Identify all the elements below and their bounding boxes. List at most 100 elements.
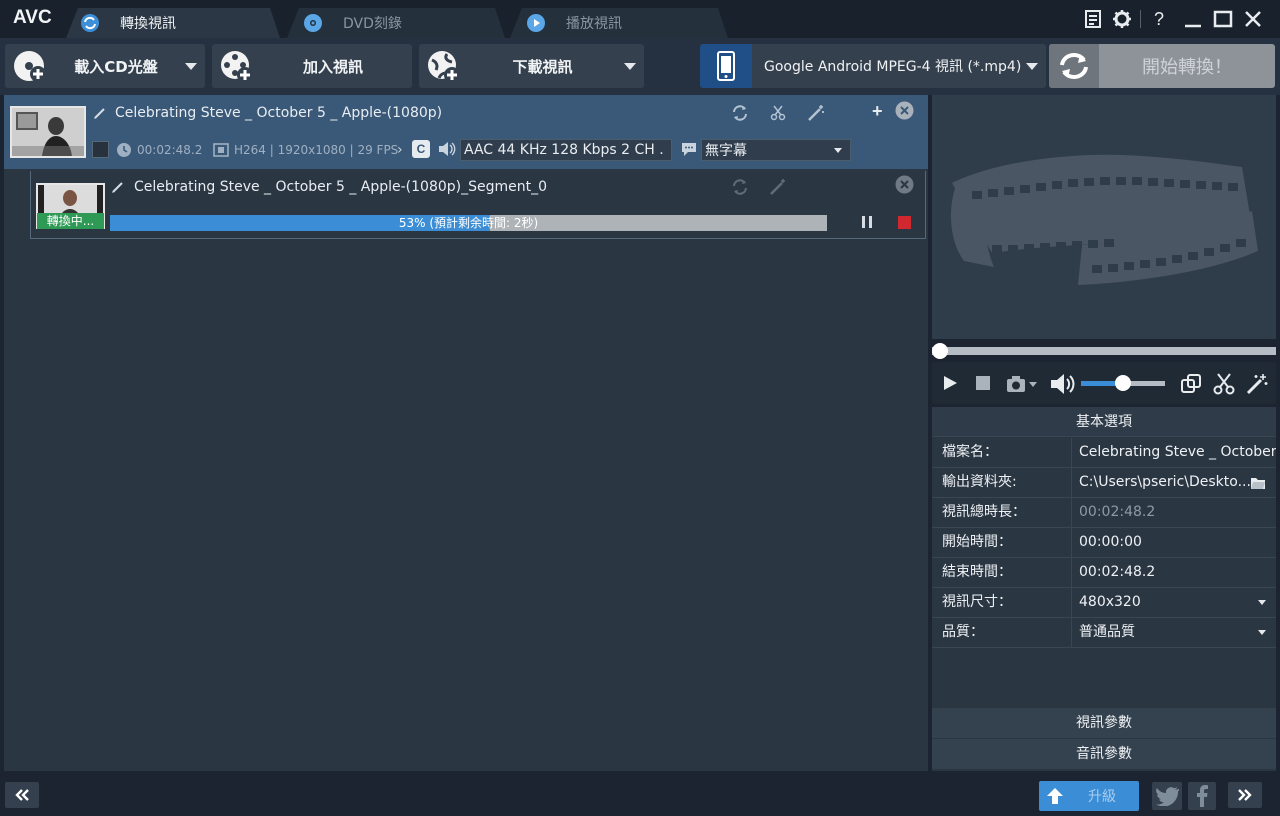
seek-handle[interactable] (932, 343, 948, 359)
video-thumbnail[interactable] (10, 106, 86, 158)
property-row-quality: 品質： 普通品質 (932, 618, 1276, 648)
upgrade-button[interactable]: 升級 (1039, 781, 1139, 811)
start-time-field[interactable]: 00:00:00 (1072, 528, 1276, 557)
load-cd-button[interactable]: 載入CD光盤 (5, 44, 205, 88)
film-reel-icon (950, 154, 1258, 285)
download-video-button[interactable]: 下載視訊 (419, 44, 644, 88)
add-video-button[interactable]: 加入視訊 (212, 44, 412, 88)
chevron-down-icon (834, 147, 842, 153)
progress-text: 53% (預計剩余時間: 2秒) (398, 216, 539, 230)
copy-icon[interactable] (1180, 373, 1202, 395)
pencil-icon[interactable] (111, 180, 125, 194)
phone-icon (700, 44, 752, 88)
property-value: 480x320 (1079, 594, 1141, 610)
stop-icon[interactable] (898, 216, 911, 229)
start-convert-button[interactable]: 開始轉換！ (1049, 44, 1275, 88)
property-key: 開始時間： (932, 528, 1072, 557)
camera-icon[interactable] (1006, 375, 1038, 393)
stop-icon[interactable] (976, 376, 990, 390)
film-icon (213, 142, 229, 158)
folder-icon[interactable] (1250, 476, 1266, 490)
chevron-down-icon[interactable] (1026, 62, 1038, 70)
file-duration: 00:02:48.2 (137, 143, 203, 157)
segment-status: 轉換中... (37, 213, 104, 229)
scissors-icon[interactable] (1213, 373, 1235, 395)
upload-arrow-icon (1045, 786, 1065, 806)
property-value: 00:00:00 (1079, 534, 1142, 550)
pencil-icon[interactable] (93, 106, 107, 120)
refresh-icon[interactable] (731, 178, 749, 196)
magic-wand-icon[interactable] (769, 178, 787, 196)
volume-icon[interactable] (1050, 373, 1078, 395)
video-params-section[interactable]: 視訊參數 (932, 708, 1276, 738)
notes-icon[interactable] (1083, 8, 1105, 30)
double-chevron-right-icon (1237, 789, 1253, 801)
tab-label: DVD刻錄 (343, 16, 402, 32)
maximize-icon[interactable] (1212, 8, 1234, 30)
audio-track-select[interactable]: AAC 44 KHz 128 Kbps 2 CH ... (460, 139, 672, 161)
expand-right-button[interactable] (1228, 782, 1262, 808)
basic-options-header: 基本選項 (932, 407, 1276, 437)
video-info: H264 | 1920x1080 | 29 FPS (234, 143, 399, 157)
property-row-video-size: 視訊尺寸： 480x320 (932, 588, 1276, 618)
refresh-icon[interactable] (731, 104, 749, 122)
pause-icon[interactable] (860, 215, 874, 229)
close-icon[interactable] (895, 101, 914, 120)
magic-wand-icon[interactable] (1246, 373, 1268, 395)
chevron-down-icon[interactable] (624, 62, 636, 70)
property-key: 視訊尺寸： (932, 588, 1072, 617)
refresh-icon (80, 13, 100, 33)
player-controls (932, 362, 1276, 404)
cd-add-icon (11, 48, 47, 84)
disc-icon (303, 13, 323, 33)
quality-select[interactable]: 普通品質 (1072, 618, 1276, 647)
profile-label: Google Android MPEG-4 視訊 (*.mp4) (764, 59, 1022, 75)
twitter-icon[interactable] (1152, 782, 1182, 810)
double-chevron-left-icon (14, 789, 30, 801)
play-icon[interactable] (942, 375, 958, 391)
volume-handle[interactable] (1115, 375, 1131, 391)
magic-wand-icon[interactable] (807, 104, 825, 122)
app-logo: AVC (13, 7, 52, 28)
property-value: 00:02:48.2 (1079, 564, 1156, 580)
seek-bar[interactable] (932, 343, 1276, 359)
tab-dvd-burn[interactable]: DVD刻錄 (287, 8, 505, 38)
facebook-icon[interactable] (1188, 782, 1216, 810)
property-value: 00:02:48.2 (1079, 504, 1156, 520)
property-key: 視訊總時長： (932, 498, 1072, 527)
subtitle-icon (680, 141, 698, 157)
scissors-icon[interactable] (769, 104, 787, 122)
filename-field[interactable]: Celebrating Steve _ October... (1072, 438, 1276, 467)
select-checkbox[interactable] (92, 141, 109, 158)
gear-icon[interactable] (1111, 8, 1133, 30)
output-profile-select[interactable]: Google Android MPEG-4 視訊 (*.mp4) (700, 44, 1046, 88)
duration-field: 00:02:48.2 (1072, 498, 1276, 527)
minimize-icon[interactable] (1182, 8, 1204, 30)
add-video-label: 加入視訊 (302, 57, 363, 76)
chevron-down-icon[interactable] (185, 62, 197, 70)
tab-play-video[interactable]: 播放視訊 (510, 8, 728, 38)
refresh-icon (1049, 44, 1099, 88)
close-icon[interactable] (1242, 8, 1264, 30)
output-folder-field[interactable]: C:\Users\pseric\Deskto... (1072, 468, 1276, 497)
close-icon[interactable] (895, 175, 914, 194)
volume-slider[interactable] (1081, 375, 1165, 391)
collapse-left-button[interactable] (5, 782, 39, 808)
property-row-output-folder: 輸出資料夾: C:\Users\pseric\Deskto... (932, 468, 1276, 498)
property-value: 普通品質 (1079, 624, 1135, 640)
audio-track-value: AAC 44 KHz 128 Kbps 2 CH ... (464, 142, 663, 158)
end-time-field[interactable]: 00:02:48.2 (1072, 558, 1276, 587)
segment-name: Celebrating Steve _ October 5 _ Apple-(1… (134, 179, 548, 195)
plus-icon[interactable]: + (872, 101, 883, 122)
play-icon (526, 13, 546, 33)
codec-badge-icon[interactable]: C (412, 140, 430, 158)
tab-convert-video[interactable]: 轉換視訊 (66, 8, 280, 38)
property-row-start-time: 開始時間： 00:00:00 (932, 528, 1276, 558)
video-size-select[interactable]: 480x320 (1072, 588, 1276, 617)
audio-params-section[interactable]: 音訊參數 (932, 739, 1276, 769)
help-icon[interactable]: ? (1148, 8, 1170, 30)
subtitle-select[interactable]: 無字幕 (701, 139, 851, 161)
property-value: Celebrating Steve _ October... (1079, 444, 1276, 460)
chevron-down-icon (1258, 630, 1266, 635)
chevron-right-icon[interactable]: › (397, 142, 403, 158)
